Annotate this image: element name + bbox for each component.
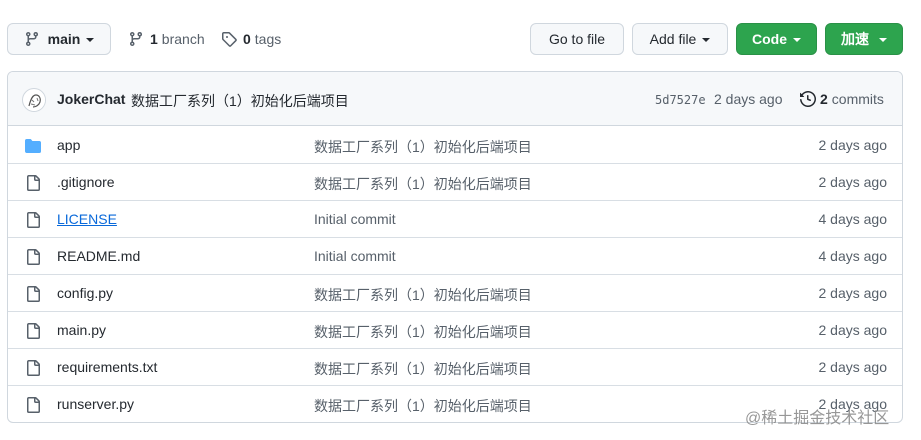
file-row[interactable]: config.py 数据工厂系列（1）初始化后端项目 2 days ago (8, 275, 902, 312)
file-commit-time: 2 days ago (818, 322, 888, 338)
file-name-link[interactable]: LICENSE (57, 211, 117, 227)
file-row[interactable]: requirements.txt 数据工厂系列（1）初始化后端项目 2 days… (8, 349, 902, 386)
chevron-down-icon (86, 38, 95, 42)
avatar[interactable] (22, 88, 46, 112)
watermark: @稀土掘金技术社区 (745, 410, 890, 427)
file-commit-message-link[interactable]: Initial commit (314, 211, 396, 227)
code-label: Code (752, 31, 787, 47)
file-browser: JokerChat 数据工厂系列（1）初始化后端项目 5d7527e 2 day… (7, 71, 903, 423)
file-icon (25, 397, 41, 413)
file-commit-message-link[interactable]: 数据工厂系列（1）初始化后端项目 (314, 322, 532, 342)
file-icon (25, 360, 41, 376)
tag-icon (222, 32, 237, 47)
commits-history-link[interactable]: 2 commits (800, 91, 884, 107)
tags-label: tags (254, 31, 282, 47)
file-icon (25, 212, 41, 228)
branch-select-button[interactable]: main (7, 23, 111, 55)
go-to-file-label: Go to file (548, 31, 606, 47)
file-name-link[interactable]: app (57, 137, 80, 153)
tags-count: 0 (243, 31, 251, 47)
add-file-button[interactable]: Add file (632, 23, 728, 55)
branch-name: main (47, 31, 81, 47)
file-commit-message-link[interactable]: 数据工厂系列（1）初始化后端项目 (314, 396, 532, 416)
latest-commit-bar: JokerChat 数据工厂系列（1）初始化后端项目 5d7527e 2 day… (8, 72, 902, 126)
speed-button[interactable]: 加速 (825, 23, 903, 55)
file-list: app 数据工厂系列（1）初始化后端项目 2 days ago .gitigno… (8, 127, 902, 422)
file-row[interactable]: main.py 数据工厂系列（1）初始化后端项目 2 days ago (8, 312, 902, 349)
branches-count: 1 (150, 31, 158, 47)
file-commit-time: 4 days ago (818, 248, 888, 264)
file-name-link[interactable]: config.py (57, 285, 113, 301)
history-icon (800, 91, 816, 107)
git-branch-icon (25, 32, 38, 47)
file-commit-time: 2 days ago (818, 359, 888, 375)
chevron-down-icon (879, 38, 887, 42)
file-icon (25, 323, 41, 339)
commit-time: 2 days ago (714, 91, 783, 107)
file-icon (25, 175, 41, 191)
git-branch-icon (129, 32, 142, 47)
file-commit-message-link[interactable]: 数据工厂系列（1）初始化后端项目 (314, 137, 532, 157)
file-commit-message-link[interactable]: 数据工厂系列（1）初始化后端项目 (314, 359, 532, 379)
branches-label: branch (161, 31, 205, 47)
chevron-down-icon (702, 38, 711, 42)
file-name-link[interactable]: .gitignore (57, 174, 115, 190)
file-icon (25, 286, 41, 302)
file-commit-time: 2 days ago (818, 174, 888, 190)
code-button[interactable]: Code (736, 23, 817, 55)
file-name-link[interactable]: requirements.txt (57, 359, 157, 375)
file-commit-time: 2 days ago (818, 137, 888, 153)
add-file-label: Add file (649, 31, 697, 47)
file-row[interactable]: LICENSE Initial commit 4 days ago (8, 201, 902, 238)
file-row[interactable]: app 数据工厂系列（1）初始化后端项目 2 days ago (8, 127, 902, 164)
go-to-file-button[interactable]: Go to file (530, 23, 624, 55)
file-commit-message-link[interactable]: 数据工厂系列（1）初始化后端项目 (314, 285, 532, 305)
file-commit-message-link[interactable]: Initial commit (314, 248, 396, 264)
file-commit-time: 2 days ago (818, 285, 888, 301)
folder-icon (25, 138, 41, 154)
file-commit-message-link[interactable]: 数据工厂系列（1）初始化后端项目 (314, 174, 532, 194)
file-name-link[interactable]: README.md (57, 248, 140, 264)
commit-author-link[interactable]: JokerChat (57, 91, 125, 107)
file-icon (25, 249, 41, 265)
chevron-down-icon (793, 38, 801, 42)
file-row[interactable]: .gitignore 数据工厂系列（1）初始化后端项目 2 days ago (8, 164, 902, 201)
branches-link[interactable]: 1 branch (128, 31, 205, 47)
repo-toolbar: main 1 branch 0 tags Go to file Add file… (0, 0, 921, 70)
file-row[interactable]: README.md Initial commit 4 days ago (8, 238, 902, 275)
avatar-icon (24, 90, 45, 111)
file-commit-time: 4 days ago (818, 211, 888, 227)
commits-count: 2 (820, 91, 828, 107)
tags-link[interactable]: 0 tags (221, 31, 281, 47)
speed-label: 加速 (841, 31, 869, 47)
commit-sha-link[interactable]: 5d7527e (655, 93, 706, 107)
commit-message-link[interactable]: 数据工厂系列（1）初始化后端项目 (131, 91, 349, 111)
file-name-link[interactable]: main.py (57, 322, 106, 338)
commits-label: commits (831, 91, 884, 107)
file-name-link[interactable]: runserver.py (57, 396, 134, 412)
